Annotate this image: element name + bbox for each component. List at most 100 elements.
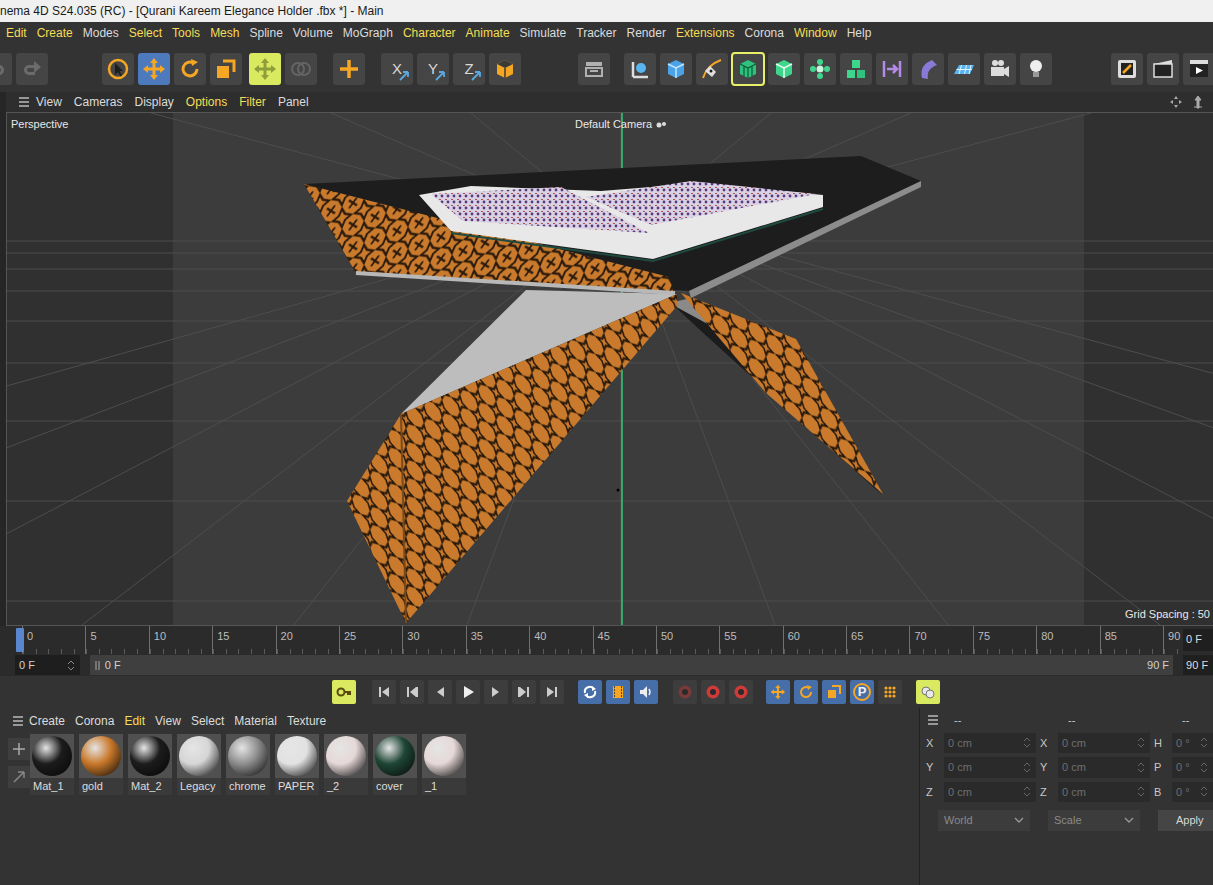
record-1-button[interactable] [673, 680, 697, 704]
timeline-ruler[interactable]: 051015202530354045505560657075808590 [0, 626, 1183, 654]
subdivision-button[interactable] [732, 53, 764, 85]
cube-button[interactable] [660, 53, 692, 85]
camera-label[interactable]: Default Camera [575, 116, 667, 133]
sound-button[interactable] [634, 680, 658, 704]
menu-item[interactable]: Tools [167, 22, 205, 45]
menu-item[interactable]: Mesh [205, 22, 244, 45]
world-axis-button[interactable] [333, 53, 365, 85]
last-frame-button[interactable] [540, 680, 564, 704]
array-button[interactable] [840, 53, 872, 85]
viewport-menu-item[interactable]: Options [180, 92, 233, 112]
key-position-button[interactable] [766, 680, 790, 704]
material-tile[interactable]: chrome [226, 734, 270, 795]
start-frame-field[interactable]: 0 F [15, 655, 80, 676]
record-2-button[interactable] [701, 680, 725, 704]
floor-button[interactable] [948, 53, 980, 85]
key-rotation-button[interactable] [794, 680, 818, 704]
coordinate-system-button[interactable] [489, 53, 521, 85]
range-bar[interactable]: 0 F90 F [90, 655, 1173, 676]
menu-item[interactable]: Corona [740, 22, 789, 45]
redo-button[interactable] [16, 53, 48, 85]
cloner-button[interactable] [804, 53, 836, 85]
menu-item[interactable]: Edit [1, 22, 32, 45]
position-field[interactable]: 0 cm [944, 733, 1036, 754]
menu-item[interactable]: Spline [244, 22, 287, 45]
material-tile[interactable]: Legacy [177, 734, 221, 795]
spline-pen-button[interactable] [624, 53, 656, 85]
material-tile[interactable]: Mat_1 [30, 734, 74, 795]
light-button[interactable] [1020, 53, 1052, 85]
material-menu-item[interactable]: Material [229, 712, 282, 730]
loop-button[interactable] [578, 680, 602, 704]
menu-item[interactable]: Modes [78, 22, 124, 45]
transform-button[interactable] [249, 53, 281, 85]
undo-button[interactable] [0, 53, 12, 85]
dimension-button[interactable] [285, 53, 317, 85]
apply-button[interactable]: Apply [1158, 810, 1213, 831]
material-tile[interactable]: Mat_2 [128, 734, 172, 795]
render-region-button[interactable] [1111, 53, 1143, 85]
scale-button[interactable] [210, 53, 242, 85]
material-tile[interactable]: _2 [324, 734, 368, 795]
first-frame-button[interactable] [372, 680, 396, 704]
viewport-menu-item[interactable]: Panel [272, 92, 315, 112]
y-axis-button[interactable]: Y [417, 53, 449, 85]
material-menu-item[interactable]: Edit [119, 712, 150, 730]
menu-item[interactable]: Volume [288, 22, 338, 45]
film-button[interactable] [606, 680, 630, 704]
viewport-menu-item[interactable]: Display [128, 92, 179, 112]
next-key-button[interactable] [512, 680, 536, 704]
size-field[interactable]: 0 cm [1058, 757, 1150, 778]
viewport[interactable]: PerspectiveDefault CameraGrid Spacing : … [6, 112, 1213, 626]
floor-tray-button[interactable] [578, 53, 610, 85]
playhead[interactable] [16, 628, 24, 652]
pen-button[interactable] [696, 53, 728, 85]
material-menu-item[interactable]: Create [24, 712, 70, 730]
play-button[interactable] [456, 680, 480, 704]
move-button[interactable] [138, 53, 170, 85]
material-menu-item[interactable]: Texture [282, 712, 331, 730]
material-menu-item[interactable]: Corona [70, 712, 119, 730]
rotate-button[interactable] [174, 53, 206, 85]
rotation-field[interactable]: 0 ° [1172, 733, 1213, 754]
material-menu-item[interactable]: Select [186, 712, 229, 730]
select-button[interactable] [102, 53, 134, 85]
viewport-menu-item[interactable]: Filter [233, 92, 272, 112]
viewport-menu-item[interactable]: View [30, 92, 68, 112]
overlay-button[interactable] [916, 680, 940, 704]
key-parameter-button[interactable]: P [850, 680, 874, 704]
x-axis-button[interactable]: X [381, 53, 413, 85]
space-select[interactable]: World [938, 810, 1030, 831]
arrow-button[interactable] [8, 766, 30, 788]
record-3-button[interactable] [729, 680, 753, 704]
prev-frame-button[interactable] [428, 680, 452, 704]
menu-item[interactable]: Simulate [515, 22, 572, 45]
extrude-button[interactable] [768, 53, 800, 85]
bracket-deformer-button[interactable] [876, 53, 908, 85]
material-tile[interactable]: _1 [422, 734, 466, 795]
menu-item[interactable]: Animate [461, 22, 515, 45]
end-frame[interactable]: 90 F [1183, 655, 1213, 676]
size-field[interactable]: 0 cm [1058, 733, 1150, 754]
menu-item[interactable]: Extensions [671, 22, 740, 45]
z-axis-button[interactable]: Z [453, 53, 485, 85]
prev-key-button[interactable] [400, 680, 424, 704]
material-menu-item[interactable]: View [150, 712, 186, 730]
menu-item[interactable]: Select [124, 22, 167, 45]
bend-deformer-button[interactable] [912, 53, 944, 85]
render-button[interactable] [1183, 53, 1213, 85]
menu-item[interactable]: Tracker [571, 22, 621, 45]
rotation-field[interactable]: 0 ° [1172, 782, 1213, 803]
key-scale-button[interactable] [822, 680, 846, 704]
menu-item[interactable]: Render [622, 22, 671, 45]
key-mode-button[interactable] [332, 680, 356, 704]
menu-item[interactable]: Help [842, 22, 877, 45]
render-view-button[interactable] [1147, 53, 1179, 85]
position-field[interactable]: 0 cm [944, 757, 1036, 778]
size-mode-select[interactable]: Scale [1048, 810, 1140, 831]
menu-item[interactable]: Character [398, 22, 461, 45]
camera-button[interactable] [984, 53, 1016, 85]
material-tile[interactable]: gold [79, 734, 123, 795]
size-field[interactable]: 0 cm [1058, 782, 1150, 803]
material-tile[interactable]: PAPER [275, 734, 319, 795]
